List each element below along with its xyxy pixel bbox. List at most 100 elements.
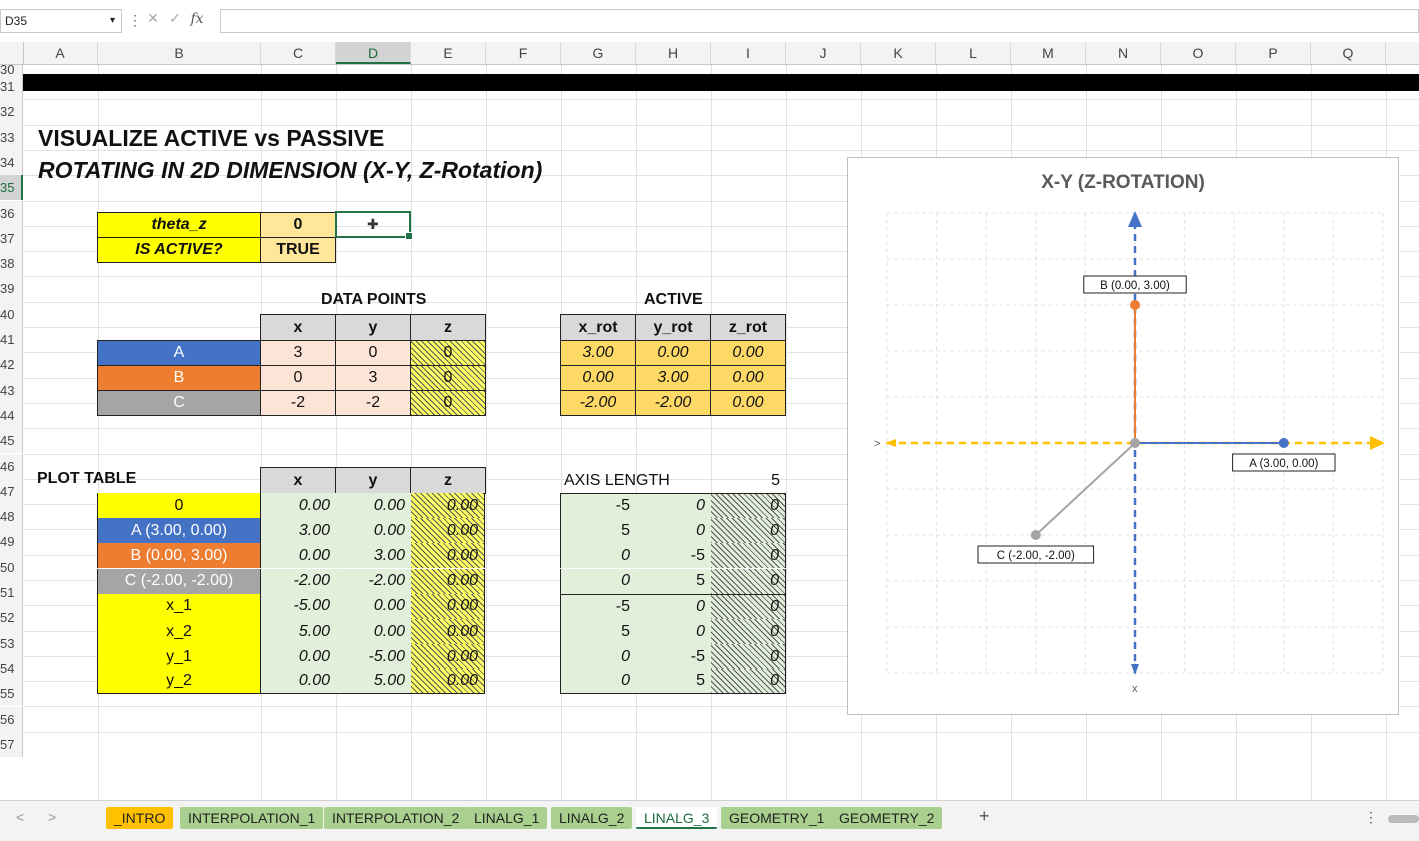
row-header-30[interactable]: 30: [0, 65, 23, 74]
active-value[interactable]: 0.00: [710, 365, 786, 391]
point-x[interactable]: -2: [260, 390, 336, 416]
row-header-51[interactable]: 51: [0, 580, 23, 606]
plot-y[interactable]: -2.00: [336, 568, 411, 594]
cancel-icon[interactable]: ✕: [142, 10, 164, 27]
plot-y[interactable]: 0.00: [336, 518, 411, 544]
axis-x[interactable]: 5: [560, 518, 636, 544]
active-value[interactable]: 3.00: [560, 340, 636, 366]
column-header-k[interactable]: K: [861, 42, 936, 64]
point-z[interactable]: 0: [410, 340, 486, 366]
column-header-a[interactable]: A: [23, 42, 98, 64]
row-header-39[interactable]: 39: [0, 276, 23, 302]
plot-x[interactable]: 0.00: [261, 543, 336, 569]
column-header-c[interactable]: C: [261, 42, 336, 64]
row-header-57[interactable]: 57: [0, 731, 23, 758]
column-header-o[interactable]: O: [1161, 42, 1236, 64]
plot-y[interactable]: 0.00: [336, 619, 411, 644]
column-header-j[interactable]: J: [786, 42, 861, 64]
row-header-45[interactable]: 45: [0, 428, 23, 454]
plot-z[interactable]: 0.00: [411, 644, 485, 670]
chevron-right-icon[interactable]: >: [48, 809, 56, 825]
active-value[interactable]: 0.00: [710, 340, 786, 366]
plot-z[interactable]: 0.00: [411, 619, 485, 644]
plot-y[interactable]: -5.00: [336, 644, 411, 670]
row-header-32[interactable]: 32: [0, 99, 23, 125]
name-box[interactable]: D35 ▾: [0, 9, 122, 33]
row-header-44[interactable]: 44: [0, 402, 23, 429]
more-vertical-icon[interactable]: ⋮: [1364, 809, 1378, 826]
sheet-tab-linalg-3[interactable]: LINALG_3: [636, 807, 718, 829]
column-header-q[interactable]: Q: [1311, 42, 1386, 64]
active-value[interactable]: TRUE: [260, 237, 336, 263]
axis-length-value[interactable]: 5: [711, 468, 786, 493]
axis-z[interactable]: 0: [711, 644, 786, 670]
axis-z[interactable]: 0: [711, 669, 786, 695]
axis-y[interactable]: -5: [636, 644, 711, 670]
row-header-38[interactable]: 38: [0, 251, 23, 277]
row-header-46[interactable]: 46: [0, 453, 23, 479]
active-value[interactable]: -2.00: [560, 390, 636, 416]
plot-x[interactable]: -5.00: [261, 593, 336, 619]
axis-z[interactable]: 0: [711, 619, 786, 644]
point-x[interactable]: 3: [260, 340, 336, 366]
row-header-50[interactable]: 50: [0, 554, 23, 580]
enter-icon[interactable]: ✓: [164, 10, 186, 27]
horizontal-scrollbar[interactable]: [1388, 815, 1419, 823]
sheet-tab-geometry-2[interactable]: GEOMETRY_2: [831, 807, 943, 829]
theta-value[interactable]: 0: [260, 212, 336, 238]
fill-handle[interactable]: [405, 232, 413, 240]
point-y[interactable]: 3: [335, 365, 411, 391]
plot-y[interactable]: 3.00: [336, 543, 411, 569]
axis-y[interactable]: 5: [636, 568, 711, 594]
axis-x[interactable]: 5: [560, 619, 636, 644]
row-header-35[interactable]: 35: [0, 175, 23, 201]
row-header-56[interactable]: 56: [0, 706, 23, 732]
row-header-49[interactable]: 49: [0, 529, 23, 555]
plot-y[interactable]: 0.00: [336, 593, 411, 619]
axis-y[interactable]: 5: [636, 669, 711, 695]
row-header-48[interactable]: 48: [0, 504, 23, 530]
plot-x[interactable]: 0.00: [261, 493, 336, 518]
plot-z[interactable]: 0.00: [411, 568, 485, 594]
sheet-tab-linalg-2[interactable]: LINALG_2: [551, 807, 633, 829]
plot-z[interactable]: 0.00: [411, 669, 485, 695]
row-header-55[interactable]: 55: [0, 681, 23, 707]
row-header-54[interactable]: 54: [0, 655, 23, 682]
axis-z[interactable]: 0: [711, 593, 786, 619]
column-header-h[interactable]: H: [636, 42, 711, 64]
column-header-b[interactable]: B: [98, 42, 261, 64]
column-header-n[interactable]: N: [1086, 42, 1161, 64]
rotation-chart[interactable]: X-Y (Z-ROTATION) > x A (3.00, 0.00) B (0.00…: [847, 157, 1399, 715]
row-header-41[interactable]: 41: [0, 327, 23, 353]
sheet-tab--intro[interactable]: _INTRO: [106, 807, 174, 829]
plot-z[interactable]: 0.00: [411, 493, 485, 518]
axis-z[interactable]: 0: [711, 543, 786, 569]
active-value[interactable]: -2.00: [635, 390, 711, 416]
plot-x[interactable]: -2.00: [261, 568, 336, 594]
axis-z[interactable]: 0: [711, 518, 786, 544]
row-header-42[interactable]: 42: [0, 352, 23, 378]
plot-x[interactable]: 3.00: [261, 518, 336, 544]
sheet-tab-interpolation-1[interactable]: INTERPOLATION_1: [180, 807, 324, 829]
column-header-e[interactable]: E: [411, 42, 486, 64]
plot-y[interactable]: 5.00: [336, 669, 411, 695]
active-value[interactable]: 0.00: [560, 365, 636, 391]
sheet-tab-linalg-1[interactable]: LINALG_1: [466, 807, 548, 829]
row-header-40[interactable]: 40: [0, 301, 23, 327]
point-x[interactable]: 0: [260, 365, 336, 391]
sheet-tab-geometry-1[interactable]: GEOMETRY_1: [721, 807, 833, 829]
column-header-l[interactable]: L: [936, 42, 1011, 64]
row-header-52[interactable]: 52: [0, 605, 23, 631]
plot-x[interactable]: 0.00: [261, 669, 336, 695]
axis-x[interactable]: 0: [560, 568, 636, 594]
plus-icon[interactable]: +: [979, 806, 990, 827]
active-value[interactable]: 3.00: [635, 365, 711, 391]
axis-y[interactable]: 0: [636, 493, 711, 518]
active-value[interactable]: 0.00: [710, 390, 786, 416]
axis-z[interactable]: 0: [711, 493, 786, 518]
axis-x[interactable]: -5: [560, 593, 636, 619]
column-header-m[interactable]: M: [1011, 42, 1086, 64]
axis-x[interactable]: -5: [560, 493, 636, 518]
sheet-tab-interpolation-2[interactable]: INTERPOLATION_2: [324, 807, 468, 829]
point-z[interactable]: 0: [410, 365, 486, 391]
